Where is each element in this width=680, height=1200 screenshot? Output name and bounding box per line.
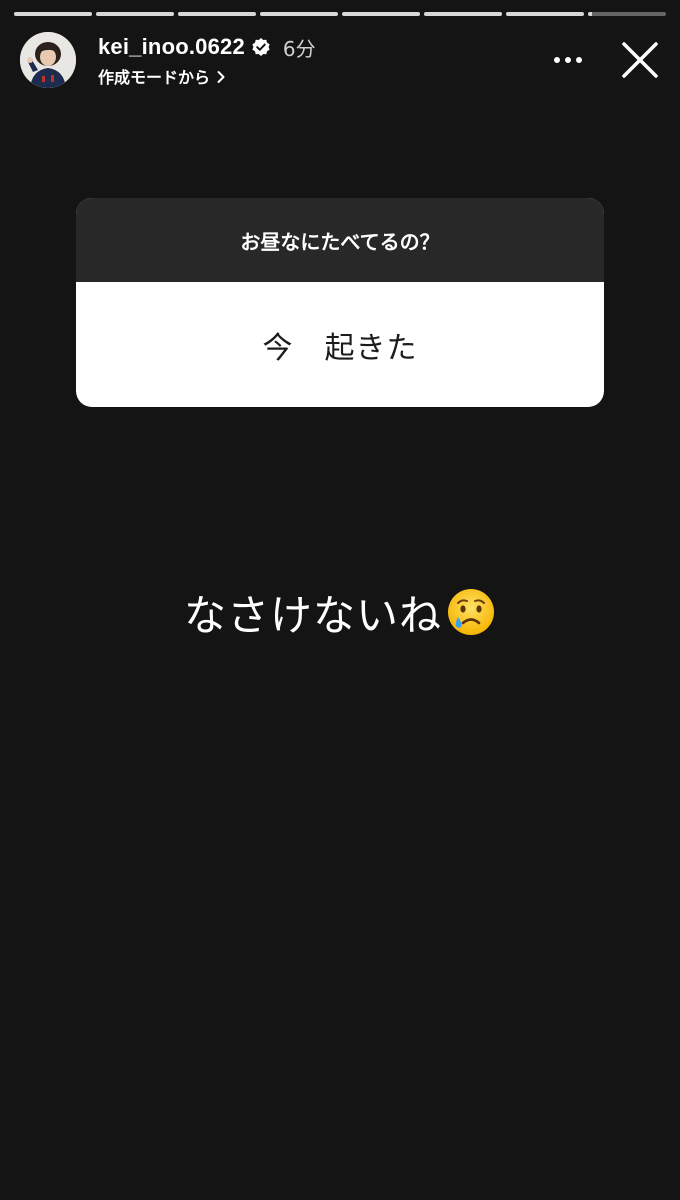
crying-face-icon (446, 587, 496, 637)
create-mode-link[interactable]: 作成モードから (98, 64, 316, 88)
story-progress-bar (14, 12, 666, 16)
answer-text: 今 起きた (262, 330, 418, 366)
progress-segment (14, 12, 92, 16)
story-viewer: { "story": { "segment_count": 8, "curren… (0, 0, 680, 1200)
close-icon (622, 42, 658, 78)
progress-segment (178, 12, 256, 16)
user-info: kei_inoo.0622 6分 作成モードから (98, 32, 316, 88)
time-ago: 6分 (282, 36, 316, 61)
chevron-right-icon (216, 69, 226, 83)
progress-segment (424, 12, 502, 16)
profile-photo-icon (20, 32, 76, 88)
verified-badge-icon (251, 37, 271, 57)
more-options-button[interactable] (548, 48, 588, 72)
story-header: kei_inoo.0622 6分 作成モードから (20, 30, 660, 90)
question-text: お昼なにたべてるの？ (240, 229, 440, 254)
progress-segment (342, 12, 420, 16)
avatar[interactable] (20, 32, 76, 88)
story-caption: なさけないね (0, 582, 680, 642)
close-button[interactable] (620, 40, 660, 80)
progress-fill (588, 12, 592, 16)
create-mode-label: 作成モードから (98, 68, 211, 87)
progress-segment (96, 12, 174, 16)
progress-segment (588, 12, 666, 16)
answer-body: 今 起きた (76, 282, 604, 407)
caption-text: なさけないね (183, 590, 442, 640)
question-sticker: お昼なにたべてるの？ 今 起きた (76, 198, 604, 407)
more-horizontal-icon (554, 57, 582, 63)
username[interactable]: kei_inoo.0622 (98, 34, 245, 60)
progress-segment (506, 12, 584, 16)
question-header: お昼なにたべてるの？ (76, 198, 604, 282)
progress-segment (260, 12, 338, 16)
